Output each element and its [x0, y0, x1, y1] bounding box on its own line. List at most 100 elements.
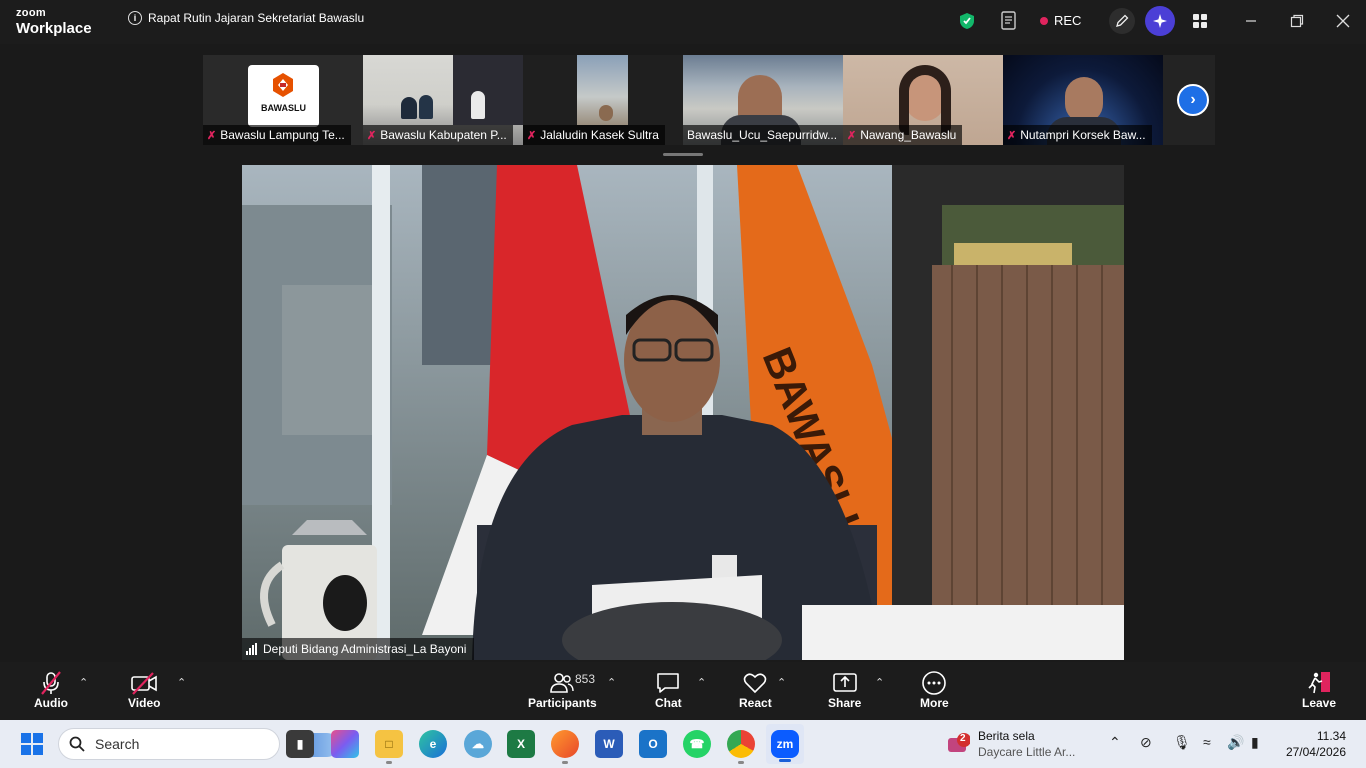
brand-bottom: Workplace: [16, 20, 92, 37]
participant-name: Bawaslu Lampung Te...: [220, 128, 345, 142]
speaker-name: Deputi Bidang Administrasi_La Bayoni: [263, 642, 467, 656]
whatsapp-icon[interactable]: ☎: [683, 730, 711, 758]
minimize-icon[interactable]: [1240, 10, 1262, 32]
news-subtitle: Daycare Little Ar...: [978, 745, 1076, 759]
gallery-tile[interactable]: Bawaslu_Ucu_Saepurridw...: [683, 55, 843, 145]
security-shield-icon[interactable]: [956, 10, 978, 32]
video-options-caret-icon[interactable]: ⌃: [177, 676, 186, 689]
participant-name-tag: ✗ Jalaludin Kasek Sultra: [523, 125, 665, 145]
gallery-tile[interactable]: ✗ Nutampri Korsek Baw...: [1003, 55, 1163, 145]
chrome-icon[interactable]: [727, 730, 755, 764]
speaker-name-tag: Deputi Bidang Administrasi_La Bayoni: [242, 638, 475, 660]
logo-text: BAWASLU: [261, 103, 306, 113]
bawaslu-banner: [453, 55, 523, 125]
file-explorer-icon[interactable]: □: [375, 730, 403, 764]
news-widget-icon[interactable]: 2: [946, 732, 971, 756]
wifi-icon[interactable]: ≈: [1203, 734, 1211, 750]
task-view-icon[interactable]: ▮: [286, 730, 314, 758]
chat-icon: [655, 670, 681, 696]
leave-door-icon: [1306, 670, 1332, 696]
outlook-icon[interactable]: O: [639, 730, 667, 758]
participants-icon: [549, 670, 575, 696]
news-widget[interactable]: Berita sela Daycare Little Ar...: [978, 728, 1075, 760]
volume-icon[interactable]: 🔊: [1227, 734, 1244, 751]
more-button[interactable]: More: [920, 670, 949, 710]
participant-name: Jalaludin Kasek Sultra: [540, 128, 659, 142]
search-icon: [69, 736, 85, 752]
clock-date: 27/04/2026: [1285, 745, 1346, 759]
chevron-up-icon[interactable]: ⌃: [1109, 734, 1121, 751]
strip-resize-handle[interactable]: [663, 153, 703, 156]
video-label: Video: [128, 696, 161, 710]
annotate-pencil-icon[interactable]: [1109, 8, 1135, 34]
audio-button[interactable]: Audio: [34, 670, 68, 710]
participant-name: Nutampri Korsek Baw...: [1020, 128, 1146, 142]
video-button[interactable]: Video: [128, 670, 160, 710]
title-bar: zoom Workplace i Rapat Rutin Jajaran Sek…: [0, 0, 1366, 44]
leave-button[interactable]: Leave: [1302, 670, 1336, 710]
react-label: React: [739, 696, 772, 710]
participants-options-caret-icon[interactable]: ⌃: [607, 676, 616, 689]
active-speaker-video[interactable]: BAWASLU Deputi Bidang Administrasi_La Ba…: [242, 165, 1124, 660]
gallery-next-button[interactable]: ›: [1177, 84, 1209, 116]
battery-icon[interactable]: ▮: [1251, 734, 1259, 751]
word-icon[interactable]: W: [595, 730, 623, 758]
chevron-right-icon: ›: [1190, 91, 1196, 108]
share-options-caret-icon[interactable]: ⌃: [875, 676, 884, 689]
ai-companion-icon[interactable]: [1145, 6, 1175, 36]
video-off-icon: [129, 670, 159, 696]
meeting-info[interactable]: i Rapat Rutin Jajaran Sekretariat Bawasl…: [128, 11, 364, 25]
copilot-icon[interactable]: [331, 730, 359, 758]
info-icon[interactable]: i: [128, 11, 142, 25]
news-title: Berita sela: [978, 729, 1035, 743]
participants-label: Participants: [528, 696, 597, 710]
chat-options-caret-icon[interactable]: ⌃: [697, 676, 706, 689]
gallery-strip: BAWASLU ✗ Bawaslu Lampung Te... ✗ Bawasl…: [0, 44, 1366, 162]
bawaslu-logo: BAWASLU: [248, 65, 319, 127]
gallery-tile[interactable]: BAWASLU ✗ Bawaslu Lampung Te...: [203, 55, 363, 145]
gallery-tile[interactable]: ✗ Bawaslu Kabupaten P...: [363, 55, 523, 145]
excel-icon[interactable]: X: [507, 730, 535, 758]
participant-name: Bawaslu Kabupaten P...: [380, 128, 507, 142]
windows-taskbar: Search ▮ □ e ☁ X W O ☎ zm 2 Berita sela …: [0, 720, 1366, 768]
location-off-icon[interactable]: ⊘: [1140, 734, 1152, 751]
firefox-icon[interactable]: [551, 730, 579, 764]
participant-name-tag: ✗ Bawaslu Lampung Te...: [203, 125, 351, 145]
system-clock[interactable]: 11.34 27/04/2026: [1286, 728, 1346, 760]
signal-strength-icon: [246, 642, 257, 655]
gallery-tile[interactable]: ✗ Jalaludin Kasek Sultra: [523, 55, 683, 145]
react-options-caret-icon[interactable]: ⌃: [777, 676, 786, 689]
apps-grid-icon[interactable]: [1189, 10, 1211, 32]
notes-icon[interactable]: [998, 10, 1020, 32]
gallery-tile[interactable]: ✗ Nawang_Bawaslu: [843, 55, 1003, 145]
taskbar-search[interactable]: Search: [58, 728, 339, 760]
share-screen-icon: [832, 670, 858, 696]
person-figure: [401, 97, 417, 119]
weather-app-icon[interactable]: ☁: [464, 730, 492, 758]
restore-icon[interactable]: [1286, 10, 1308, 32]
zoom-taskbar-button[interactable]: zm: [766, 724, 804, 764]
mic-muted-icon: ✗: [1007, 129, 1017, 142]
close-icon[interactable]: [1332, 10, 1354, 32]
windows-start-icon[interactable]: [20, 732, 44, 761]
participant-name-tag: Bawaslu_Ucu_Saepurridw...: [683, 125, 843, 145]
rec-label: REC: [1054, 13, 1082, 28]
more-dots-icon: [921, 670, 947, 696]
chat-button[interactable]: Chat: [655, 670, 682, 710]
mic-muted-icon: ✗: [367, 129, 377, 142]
react-button[interactable]: React: [739, 670, 772, 710]
person-face: [599, 105, 613, 121]
edge-browser-icon[interactable]: e: [419, 730, 447, 758]
meeting-title: Rapat Rutin Jajaran Sekretariat Bawaslu: [148, 11, 365, 25]
zoom-app-icon: zm: [771, 730, 799, 758]
brand-top: zoom: [16, 7, 46, 19]
participant-name: Nawang_Bawaslu: [860, 128, 957, 142]
share-label: Share: [828, 696, 862, 710]
more-label: More: [920, 696, 949, 710]
mic-muted-icon: ✗: [847, 129, 857, 142]
audio-options-caret-icon[interactable]: ⌃: [79, 676, 88, 689]
recording-indicator[interactable]: REC: [1040, 13, 1081, 28]
search-placeholder: Search: [95, 736, 140, 752]
microphone-icon[interactable]: 🎙: [1173, 734, 1191, 751]
share-button[interactable]: Share: [828, 670, 861, 710]
